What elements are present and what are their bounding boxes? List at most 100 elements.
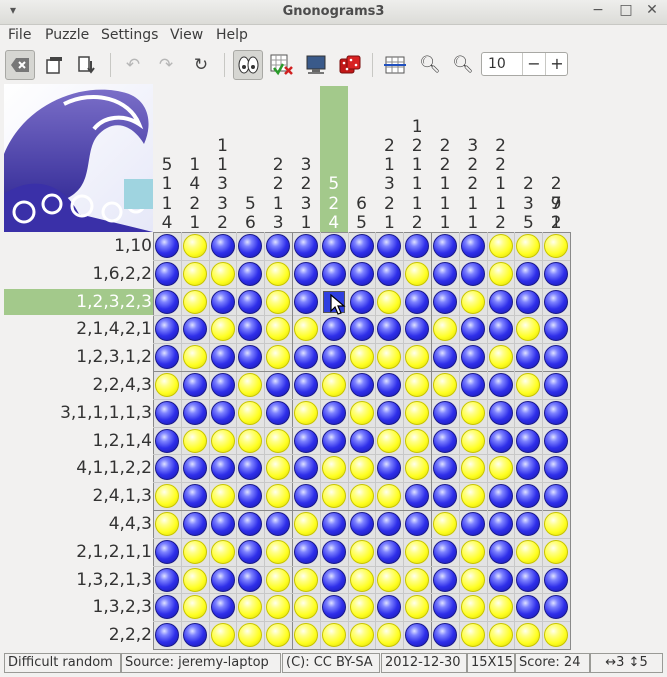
grid-cell[interactable] (292, 288, 320, 316)
grid-cell[interactable] (431, 315, 459, 343)
grid-cell[interactable] (153, 343, 181, 371)
grid-cell[interactable] (542, 510, 570, 538)
grid-cell[interactable] (320, 593, 348, 621)
grid-cell[interactable] (209, 399, 237, 427)
grid-cell[interactable] (514, 566, 542, 594)
grid-cell[interactable] (236, 621, 264, 649)
grid-cell[interactable] (459, 399, 487, 427)
grid-cell[interactable] (375, 260, 403, 288)
grid-cell[interactable] (181, 427, 209, 455)
grid-cell[interactable] (292, 399, 320, 427)
grid-cell[interactable] (542, 371, 570, 399)
grid-cell[interactable] (209, 538, 237, 566)
grid-cell[interactable] (181, 593, 209, 621)
menu-settings[interactable]: Settings (101, 27, 158, 43)
grid-cell[interactable] (487, 288, 515, 316)
grid-cell[interactable] (459, 371, 487, 399)
peek-button[interactable] (233, 50, 263, 80)
grid-cell[interactable] (320, 232, 348, 260)
grid-cell[interactable] (542, 427, 570, 455)
grid-cell[interactable] (236, 288, 264, 316)
grid-cell[interactable] (181, 621, 209, 649)
redo-button[interactable]: ↷ (151, 50, 181, 80)
grid-cell[interactable] (209, 621, 237, 649)
grid-cell[interactable] (514, 343, 542, 371)
grid-cell[interactable] (181, 566, 209, 594)
grid-cell[interactable] (181, 399, 209, 427)
grid-cell[interactable] (209, 288, 237, 316)
grid-cell[interactable] (153, 260, 181, 288)
grid-cell[interactable] (514, 288, 542, 316)
grid-cell[interactable] (514, 315, 542, 343)
grid-cell[interactable] (264, 427, 292, 455)
grid-cell[interactable] (348, 482, 376, 510)
grid-cell[interactable] (264, 593, 292, 621)
grid-cell[interactable] (209, 482, 237, 510)
check-errors-button[interactable] (267, 50, 297, 80)
grid-cell[interactable] (487, 315, 515, 343)
grid-cell[interactable] (375, 371, 403, 399)
grid-cell[interactable] (542, 566, 570, 594)
grid-cell[interactable] (431, 538, 459, 566)
undo-button[interactable]: ↶ (118, 50, 148, 80)
grid-cell[interactable] (153, 621, 181, 649)
grid-cell[interactable] (348, 454, 376, 482)
grid-cell[interactable] (209, 510, 237, 538)
grid-cell[interactable] (264, 343, 292, 371)
grid-cell[interactable] (403, 315, 431, 343)
grid-cell[interactable] (264, 371, 292, 399)
grid-cell[interactable] (542, 232, 570, 260)
grid-cell[interactable] (181, 260, 209, 288)
grid-cell[interactable] (153, 232, 181, 260)
grid-cell[interactable] (264, 232, 292, 260)
grid-cell[interactable] (542, 343, 570, 371)
grid-cell[interactable] (292, 315, 320, 343)
grid-cell[interactable] (514, 371, 542, 399)
grid-cell[interactable] (403, 538, 431, 566)
minimize-icon[interactable]: − (590, 2, 606, 18)
grid-cell[interactable] (487, 621, 515, 649)
grid-cell[interactable] (236, 482, 264, 510)
grid-cell[interactable] (459, 288, 487, 316)
zoom-spinbox[interactable]: 10 − + (481, 52, 568, 76)
grid-cell[interactable] (153, 566, 181, 594)
grid-cell[interactable] (348, 593, 376, 621)
grid-cell[interactable] (459, 427, 487, 455)
grid-cell[interactable] (375, 621, 403, 649)
zoom-in-button[interactable]: 🔍︎ (415, 50, 445, 80)
grid-cell[interactable] (514, 510, 542, 538)
grid-cell[interactable] (181, 482, 209, 510)
grid-cell[interactable] (209, 260, 237, 288)
grid-cell[interactable] (375, 538, 403, 566)
grid-cell[interactable] (431, 454, 459, 482)
grid-cell[interactable] (403, 593, 431, 621)
grid-cell[interactable] (431, 427, 459, 455)
grid-cell[interactable] (375, 593, 403, 621)
grid-cell[interactable] (431, 371, 459, 399)
grid-cell[interactable] (487, 482, 515, 510)
grid-cell[interactable] (264, 482, 292, 510)
grid-cell[interactable] (320, 566, 348, 594)
grid-cell[interactable] (264, 454, 292, 482)
grid-cell[interactable] (459, 538, 487, 566)
grid-cell[interactable] (431, 288, 459, 316)
grid-cell[interactable] (487, 510, 515, 538)
grid-cell[interactable] (320, 621, 348, 649)
grid-cell[interactable] (209, 454, 237, 482)
grid-cell[interactable] (292, 621, 320, 649)
maximize-icon[interactable]: □ (618, 2, 634, 18)
grid-cell[interactable] (320, 260, 348, 288)
grid-cell[interactable] (181, 454, 209, 482)
random-game-button[interactable] (335, 50, 365, 80)
grid-cell[interactable] (487, 538, 515, 566)
grid-cell[interactable] (487, 454, 515, 482)
grid-cell[interactable] (459, 454, 487, 482)
grid-cell[interactable] (181, 343, 209, 371)
grid-cell[interactable] (403, 343, 431, 371)
grid-cell[interactable] (514, 427, 542, 455)
grid-cell[interactable] (403, 510, 431, 538)
grid-cell[interactable] (153, 538, 181, 566)
grid-cell[interactable] (459, 482, 487, 510)
grid-cell[interactable] (292, 232, 320, 260)
grid-cell[interactable] (459, 621, 487, 649)
